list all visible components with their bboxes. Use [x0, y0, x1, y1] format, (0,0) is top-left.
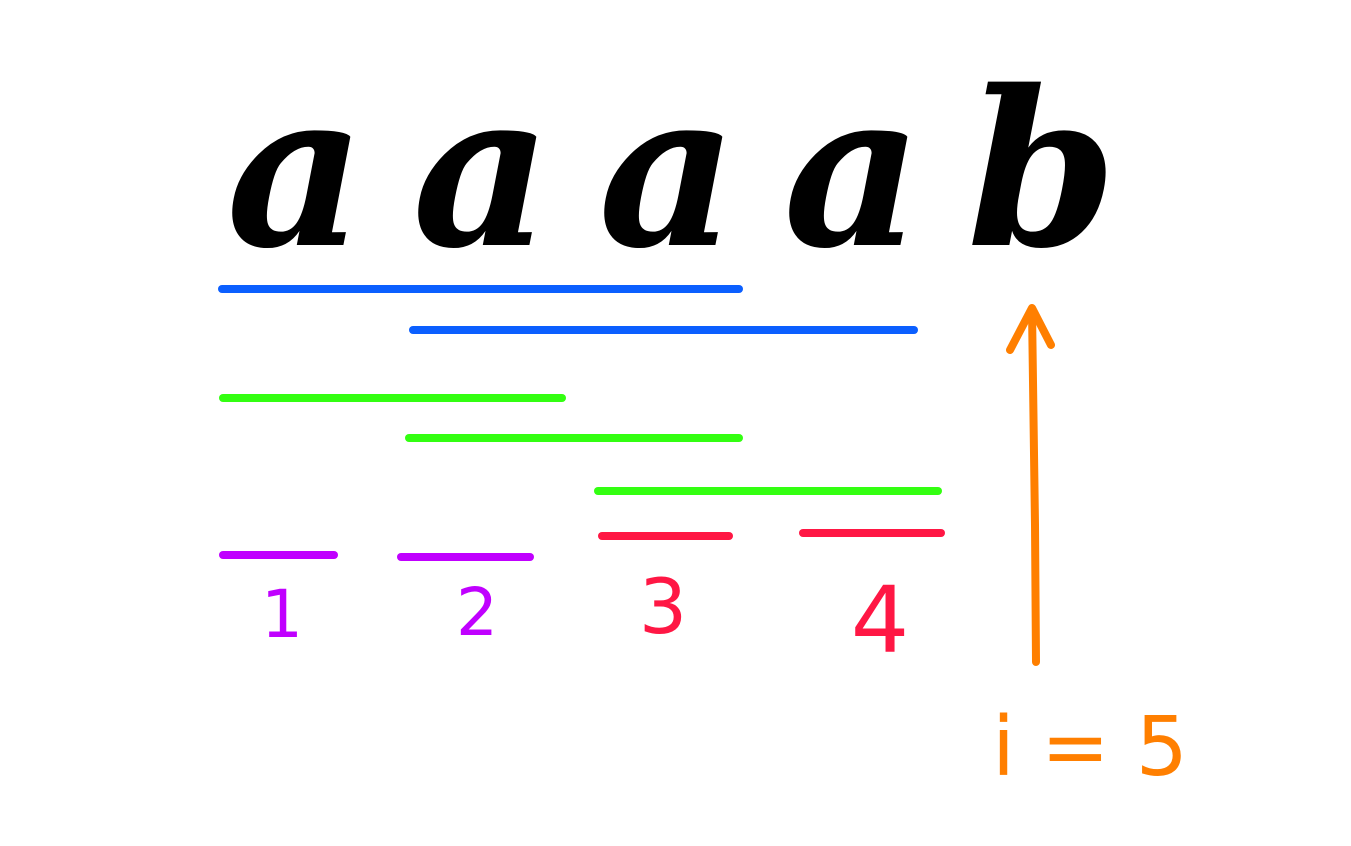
pointer-arrow: [1006, 304, 1055, 666]
substring-diagram: a a a a b 1 2 3 4 i = 5: [218, 43, 1188, 795]
green-lines: [219, 394, 942, 495]
count-label-2: 2: [456, 574, 498, 651]
char-2: a: [412, 43, 551, 296]
string-row: a a a a b: [226, 43, 1117, 296]
purple-lines: [219, 551, 534, 561]
char-4: a: [783, 43, 922, 296]
count-label-3: 3: [639, 562, 687, 651]
count-label-1: 1: [261, 576, 303, 653]
arrow-shaft: [1028, 306, 1040, 666]
char-1: a: [226, 43, 365, 296]
count-labels: 1 2 3 4: [261, 562, 909, 674]
char-3: a: [598, 43, 737, 296]
count-label-4: 4: [851, 567, 910, 674]
pointer-label: i = 5: [992, 700, 1188, 795]
red-lines: [598, 529, 945, 540]
char-5: b: [967, 43, 1117, 296]
